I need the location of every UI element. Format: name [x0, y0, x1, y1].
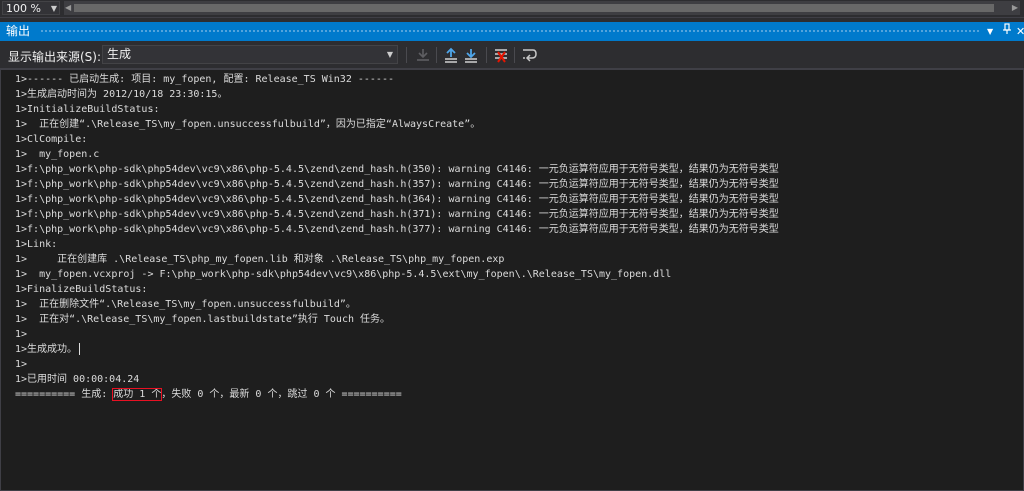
next-message-icon[interactable]: [462, 46, 480, 64]
toolbar-separator: [436, 47, 437, 63]
scrollbar-thumb[interactable]: [74, 4, 994, 12]
output-line: 1> my_fopen.vcxproj -> F:\php_work\php-s…: [15, 269, 672, 280]
text-caret: [79, 343, 81, 355]
output-line: 1>已用时间 00:00:04.24: [15, 374, 140, 385]
output-line: 1>FinalizeBuildStatus:: [15, 284, 148, 295]
output-source-label: 显示输出来源(S):: [8, 50, 102, 64]
summary-success-highlight: 成功 1 个: [112, 388, 163, 401]
zoom-level-value: 100 %: [6, 2, 41, 15]
build-summary-line: ========== 生成: 成功 1 个，失败 0 个，最新 0 个，跳过 0…: [15, 387, 779, 402]
close-icon[interactable]: ✕: [1016, 22, 1024, 41]
output-line: 1>f:\php_work\php-sdk\php54dev\vc9\x86\p…: [15, 179, 779, 190]
output-line: 1>Link:: [15, 239, 58, 250]
output-panel-titlebar[interactable]: 输出 ▼ ✕: [0, 22, 1024, 41]
word-wrap-icon[interactable]: [520, 46, 538, 64]
output-line: 1>InitializeBuildStatus:: [15, 104, 160, 115]
output-line: 1> 正在删除文件“.\Release_TS\my_fopen.unsucces…: [15, 299, 356, 310]
output-line: 1>: [15, 359, 28, 370]
scroll-right-icon[interactable]: ▶: [1012, 1, 1018, 15]
output-line: 1>: [15, 329, 28, 340]
output-line: 1> 正在创建库 .\Release_TS\php_my_fopen.lib 和…: [15, 254, 505, 265]
output-line: 1> 正在对“.\Release_TS\my_fopen.lastbuildst…: [15, 314, 391, 325]
output-text-area[interactable]: 1>------ 已启动生成: 项目: my_fopen, 配置: Releas…: [0, 69, 1024, 491]
output-source-value: 生成: [107, 47, 132, 61]
output-line-text: 1>生成成功。: [15, 344, 78, 355]
output-lines: 1>------ 已启动生成: 项目: my_fopen, 配置: Releas…: [15, 72, 779, 402]
output-line: 1> my_fopen.c: [15, 149, 100, 160]
clear-all-icon[interactable]: [492, 46, 510, 64]
output-line: 1>f:\php_work\php-sdk\php54dev\vc9\x86\p…: [15, 209, 779, 220]
prev-message-icon[interactable]: [442, 46, 460, 64]
find-message-in-code-icon[interactable]: [414, 46, 432, 64]
output-line: 1>------ 已启动生成: 项目: my_fopen, 配置: Releas…: [15, 74, 394, 85]
toolbar-separator: [486, 47, 487, 63]
output-line: 1> 正在创建“.\Release_TS\my_fopen.unsuccessf…: [15, 119, 481, 130]
zoom-level-combobox[interactable]: 100 % ▼: [2, 1, 60, 15]
editor-zoom-strip: 100 % ▼ ◀ ▶: [0, 0, 1024, 18]
output-line-with-caret: 1>生成成功。: [15, 342, 779, 357]
horizontal-scrollbar[interactable]: ◀ ▶: [64, 1, 1020, 15]
toolbar-separator: [406, 47, 407, 63]
drag-grip[interactable]: [40, 29, 980, 34]
output-line: 1>f:\php_work\php-sdk\php54dev\vc9\x86\p…: [15, 164, 779, 175]
chevron-down-icon: ▼: [50, 4, 57, 13]
output-line: 1>f:\php_work\php-sdk\php54dev\vc9\x86\p…: [15, 194, 779, 205]
chevron-down-icon: ▼: [386, 50, 393, 59]
output-source-select[interactable]: 生成 ▼: [102, 45, 398, 64]
panel-title: 输出: [6, 24, 31, 38]
summary-suffix: ，失败 0 个，最新 0 个，跳过 0 个 ==========: [161, 389, 402, 400]
summary-prefix: ========== 生成:: [15, 389, 114, 400]
output-line: 1>f:\php_work\php-sdk\php54dev\vc9\x86\p…: [15, 224, 779, 235]
output-line: 1>生成启动时间为 2012/10/18 23:30:15。: [15, 89, 228, 100]
window-position-dropdown-icon[interactable]: ▼: [987, 22, 993, 41]
scroll-left-icon[interactable]: ◀: [65, 1, 71, 15]
output-line: 1>ClCompile:: [15, 134, 88, 145]
pin-icon[interactable]: [1002, 22, 1012, 41]
toolbar-separator: [514, 47, 515, 63]
output-toolbar: 显示输出来源(S): 生成 ▼: [0, 41, 1024, 69]
